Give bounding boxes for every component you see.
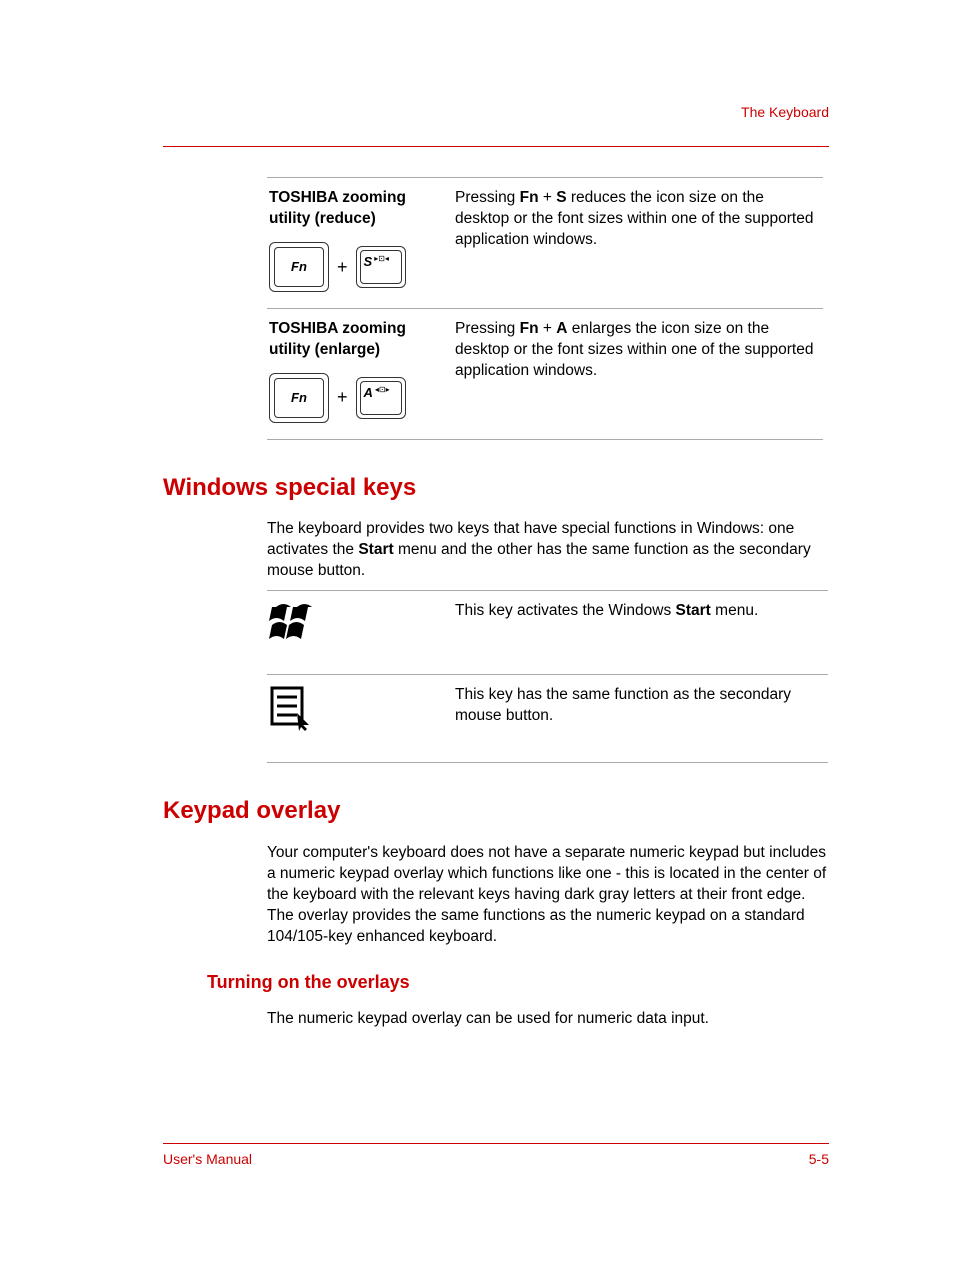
table-row: TOSHIBA zooming utility (reduce) Fn + S▸…	[267, 177, 823, 308]
hotkey-title: TOSHIBA zooming utility (enlarge)	[269, 319, 447, 361]
key-combo: Fn + S▸⊡◂	[269, 242, 447, 292]
fn-key-icon: Fn	[269, 242, 329, 292]
windows-intro-paragraph: The keyboard provides two keys that have…	[267, 519, 829, 582]
hotkey-cell-left: TOSHIBA zooming utility (enlarge) Fn + A…	[267, 308, 453, 439]
table-row: This key has the same function as the se…	[267, 675, 828, 763]
magnify-out-icon: ▸⊡◂	[374, 255, 389, 263]
magnify-in-icon: ◂⊡▸	[375, 386, 390, 394]
footer-rule	[163, 1143, 829, 1144]
header-rule	[163, 146, 829, 147]
footer-page-number: 5-5	[809, 1150, 829, 1169]
hotkey-cell-right: Pressing Fn + S reduces the icon size on…	[453, 177, 823, 308]
overlay-paragraph: The numeric keypad overlay can be used f…	[267, 1009, 829, 1030]
table-row: This key activates the Windows Start men…	[267, 591, 828, 675]
heading-windows-special-keys: Windows special keys	[163, 472, 829, 504]
windows-keys-table: This key activates the Windows Start men…	[267, 590, 828, 763]
icon-cell	[267, 591, 453, 675]
document-page: The Keyboard TOSHIBA zooming utility (re…	[0, 0, 954, 1279]
hotkey-table: TOSHIBA zooming utility (reduce) Fn + S▸…	[267, 177, 823, 440]
s-key-icon: S▸⊡◂	[356, 246, 406, 288]
icon-cell	[267, 675, 453, 763]
page-footer: User's Manual 5-5	[163, 1143, 829, 1169]
context-menu-key-icon	[269, 685, 315, 731]
keypad-paragraph: Your computer's keyboard does not have a…	[267, 843, 829, 948]
heading-keypad-overlay: Keypad overlay	[163, 795, 829, 827]
plus-icon: +	[337, 385, 348, 409]
header-chapter-label: The Keyboard	[163, 103, 829, 122]
fn-key-icon: Fn	[269, 373, 329, 423]
a-key-icon: A◂⊡▸	[356, 377, 406, 419]
subheading-turning-on-overlays: Turning on the overlays	[207, 970, 829, 994]
desc-cell: This key has the same function as the se…	[453, 675, 828, 763]
table-row: TOSHIBA zooming utility (enlarge) Fn + A…	[267, 308, 823, 439]
key-combo: Fn + A◂⊡▸	[269, 373, 447, 423]
hotkey-title: TOSHIBA zooming utility (reduce)	[269, 188, 447, 230]
footer-manual-label: User's Manual	[163, 1150, 252, 1169]
plus-icon: +	[337, 255, 348, 279]
hotkey-cell-left: TOSHIBA zooming utility (reduce) Fn + S▸…	[267, 177, 453, 308]
desc-cell: This key activates the Windows Start men…	[453, 591, 828, 675]
windows-logo-icon	[269, 601, 319, 643]
hotkey-cell-right: Pressing Fn + A enlarges the icon size o…	[453, 308, 823, 439]
